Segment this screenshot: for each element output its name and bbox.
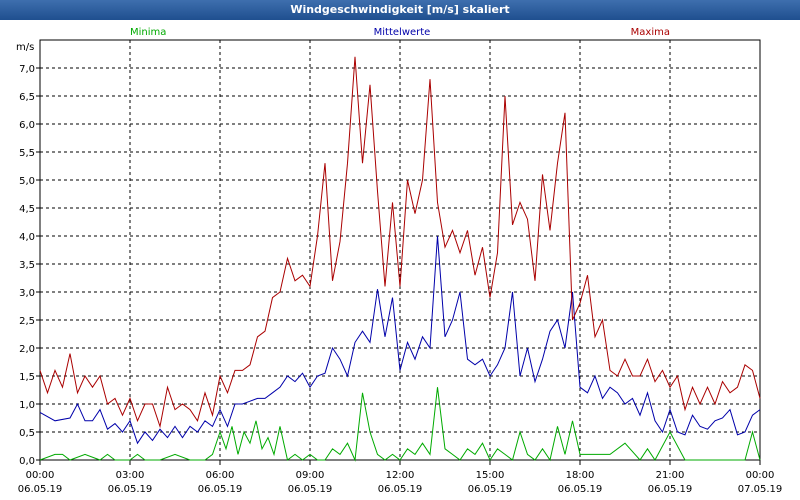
y-tick-label: 7,0 (19, 64, 35, 75)
legend-mittelwerte: Mittelwerte (374, 27, 431, 38)
x-tick-date-label: 06.05.19 (288, 484, 333, 495)
x-tick-time-label: 21:00 (656, 470, 685, 481)
x-tick-date-label: 06.05.19 (648, 484, 693, 495)
x-tick-time-label: 06:00 (206, 470, 235, 481)
y-tick-label: 6,5 (19, 92, 35, 103)
y-tick-label: 4,5 (19, 204, 35, 215)
wind-speed-chart: 0,0 0,5 1,0 1,5 2,0 2,5 3,0 3,5 4,0 4,5 5,0 5,5 6,0 6… (16, 27, 783, 495)
x-tick-date-label: 06.05.19 (198, 484, 243, 495)
window-title: Windgeschwindigkeit [m/s] skaliert (0, 0, 800, 20)
x-tick-date-label: 06.05.19 (378, 484, 423, 495)
x-tick-time-label: 09:00 (296, 470, 325, 481)
x-tick-time-label: 03:00 (116, 470, 145, 481)
y-tick-label: 1,0 (19, 400, 35, 411)
y-tick-label: 2,0 (19, 344, 35, 355)
x-tick-date-label: 07.05.19 (738, 484, 783, 495)
y-tick-label: 3,5 (19, 260, 35, 271)
y-tick-label: 5,0 (19, 176, 35, 187)
y-tick-label: 6,0 (19, 120, 35, 131)
y-axis-label: m/s (16, 42, 34, 53)
x-tick-time-label: 00:00 (746, 470, 775, 481)
y-tick-label: 4,0 (19, 232, 35, 243)
x-tick-time-label: 12:00 (386, 470, 415, 481)
x-tick-date-label: 06.05.19 (468, 484, 513, 495)
y-tick-label: 2,5 (19, 316, 35, 327)
x-tick-date-label: 06.05.19 (558, 484, 603, 495)
y-tick-label: 0,5 (19, 428, 35, 439)
y-tick-label: 1,5 (19, 372, 35, 383)
legend-maxima: Maxima (631, 27, 670, 38)
x-tick-date-label: 06.05.19 (18, 484, 63, 495)
chart-window: Windgeschwindigkeit [m/s] skaliert 0,0 0,… (0, 0, 800, 500)
y-tick-label: 0,0 (19, 456, 35, 467)
legend-minima: Minima (130, 27, 166, 38)
x-tick-time-label: 15:00 (476, 470, 505, 481)
x-tick-date-label: 06.05.19 (108, 484, 153, 495)
x-tick-time-label: 00:00 (26, 470, 55, 481)
y-tick-label: 3,0 (19, 288, 35, 299)
x-tick-time-label: 18:00 (566, 470, 595, 481)
y-tick-label: 5,5 (19, 148, 35, 159)
